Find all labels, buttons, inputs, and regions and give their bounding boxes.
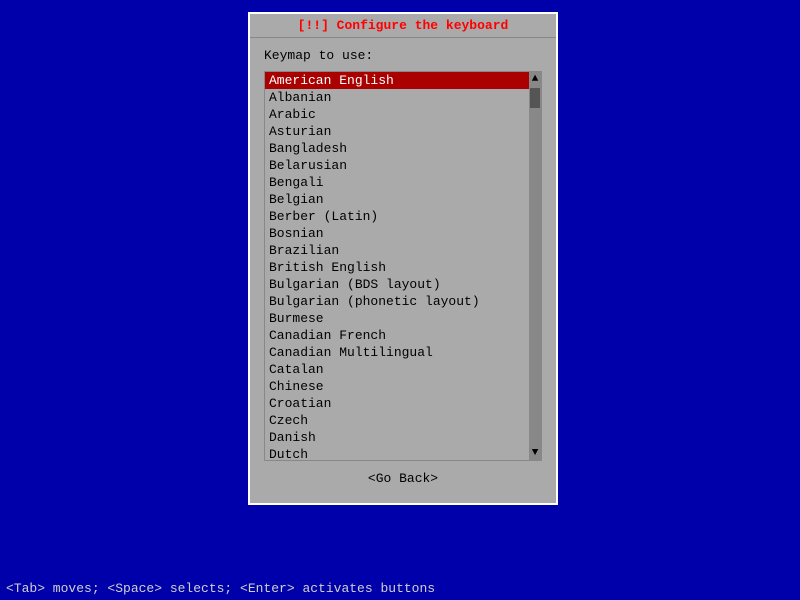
keymap-list-container: American EnglishAlbanianArabicAsturianBa… (264, 71, 542, 461)
list-item[interactable]: Bangladesh (265, 140, 529, 157)
list-item[interactable]: Belarusian (265, 157, 529, 174)
go-back-row: <Go Back> (264, 461, 542, 493)
list-item[interactable]: Brazilian (265, 242, 529, 259)
status-bar: <Tab> moves; <Space> selects; <Enter> ac… (0, 577, 800, 600)
scroll-thumb[interactable] (530, 88, 540, 108)
list-item[interactable]: Arabic (265, 106, 529, 123)
list-item[interactable]: Belgian (265, 191, 529, 208)
list-item[interactable]: Bosnian (265, 225, 529, 242)
list-item[interactable]: Burmese (265, 310, 529, 327)
list-item[interactable]: Bulgarian (phonetic layout) (265, 293, 529, 310)
list-item[interactable]: Canadian Multilingual (265, 344, 529, 361)
list-item[interactable]: Albanian (265, 89, 529, 106)
keymap-list[interactable]: American EnglishAlbanianArabicAsturianBa… (265, 72, 529, 460)
dialog-body: Keymap to use: American EnglishAlbanianA… (250, 38, 556, 503)
list-item[interactable]: Dutch (265, 446, 529, 460)
scroll-down-arrow[interactable]: ▼ (532, 446, 539, 460)
list-item[interactable]: American English (265, 72, 529, 89)
list-item[interactable]: Bengali (265, 174, 529, 191)
list-item[interactable]: Catalan (265, 361, 529, 378)
go-back-button[interactable]: <Go Back> (368, 471, 438, 486)
list-item[interactable]: Chinese (265, 378, 529, 395)
scrollbar[interactable]: ▲ ▼ (529, 72, 541, 460)
list-item[interactable]: Berber (Latin) (265, 208, 529, 225)
list-item[interactable]: Danish (265, 429, 529, 446)
list-item[interactable]: Bulgarian (BDS layout) (265, 276, 529, 293)
scroll-up-arrow[interactable]: ▲ (532, 72, 539, 86)
dialog-title: [!!] Configure the keyboard (250, 14, 556, 38)
list-item[interactable]: Czech (265, 412, 529, 429)
list-item[interactable]: Canadian French (265, 327, 529, 344)
list-item[interactable]: British English (265, 259, 529, 276)
configure-keyboard-dialog: [!!] Configure the keyboard Keymap to us… (248, 12, 558, 505)
scroll-track (530, 86, 540, 446)
list-item[interactable]: Croatian (265, 395, 529, 412)
status-text: <Tab> moves; <Space> selects; <Enter> ac… (6, 581, 435, 596)
list-item[interactable]: Asturian (265, 123, 529, 140)
keymap-label: Keymap to use: (264, 48, 542, 63)
